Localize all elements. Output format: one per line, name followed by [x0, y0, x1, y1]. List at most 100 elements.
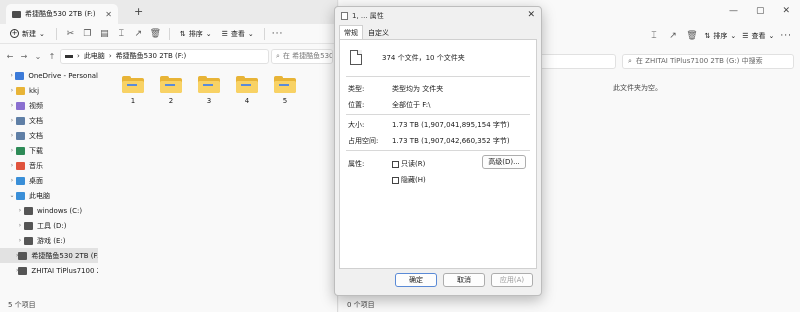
close-tab-icon[interactable]: ✕ [105, 10, 112, 19]
folder-item[interactable]: 4 [232, 76, 262, 105]
rename-icon[interactable]: ⌶ [648, 30, 661, 43]
more-options-icon[interactable]: ··· [780, 31, 792, 41]
size-value: 1.73 TB (1,907,041,895,154 字节) [392, 121, 510, 129]
minimize-icon[interactable]: — [729, 6, 738, 16]
apply-button[interactable]: 应用(A) [491, 273, 533, 287]
folder-content-stripe [279, 84, 289, 86]
nav-item[interactable]: › 游戏 (E:) [0, 233, 98, 248]
readonly-checkbox[interactable]: 只读(R) [392, 159, 425, 169]
ok-button[interactable]: 确定 [395, 273, 437, 287]
close-window-icon[interactable]: ✕ [782, 6, 790, 16]
nav-item[interactable]: › OneDrive - Personal [0, 68, 98, 83]
hidden-row: 隐藏(H) [392, 175, 426, 185]
expand-chevron-icon[interactable]: › [8, 162, 16, 169]
disk-size-value: 1.73 TB (1,907,042,660,352 字节) [392, 137, 510, 145]
folder-item[interactable]: 5 [270, 76, 300, 105]
cancel-button[interactable]: 取消 [443, 273, 485, 287]
expand-chevron-icon[interactable]: › [8, 72, 15, 79]
recent-chevron-icon[interactable]: ⌄ [32, 52, 44, 61]
folder-item[interactable]: 3 [194, 76, 224, 105]
nav-item[interactable]: › 工具 (D:) [0, 218, 98, 233]
tab-general[interactable]: 常规 [339, 25, 363, 39]
sort-button[interactable]: ⇅ 排序 ⌄ [177, 27, 215, 41]
paste-icon[interactable]: ▤ [98, 27, 111, 40]
right-search-placeholder: 在 ZHITAI TiPlus7100 2TB (G:) 中搜索 [635, 57, 763, 65]
nav-item[interactable]: › kkj [0, 83, 98, 98]
hidden-label: 隐藏(H) [401, 176, 426, 184]
expand-chevron-icon[interactable]: › [16, 237, 24, 244]
nav-item-icon [24, 236, 33, 245]
tab-drive-f[interactable]: 希捷酷鱼530 2TB (F:) ✕ [6, 4, 118, 24]
nav-item-label: 下载 [29, 146, 43, 155]
nav-item[interactable]: › ZHITAI TiPlus7100 2T [0, 263, 98, 278]
nav-item-label: 文档 [29, 131, 43, 140]
folder-front-shape [274, 81, 296, 93]
cut-icon[interactable]: ✂ [64, 27, 77, 40]
expand-chevron-icon[interactable]: › [8, 87, 16, 94]
chevron-down-icon: ⌄ [39, 29, 45, 38]
folder-icon [274, 76, 296, 93]
tab-custom[interactable]: 自定义 [363, 25, 394, 39]
divider [263, 27, 265, 40]
hidden-checkbox[interactable]: 隐藏(H) [392, 175, 426, 185]
more-options-icon[interactable]: ··· [272, 29, 284, 39]
share-icon[interactable]: ↗ [132, 27, 145, 40]
new-tab-icon[interactable]: + [134, 5, 143, 18]
nav-item[interactable]: › 下载 [0, 143, 98, 158]
view-button[interactable]: ☰ 查看 ⌄ [219, 27, 257, 41]
address-bar[interactable]: › 此电脑 › 希捷酷鱼530 2TB (F:) [60, 48, 269, 64]
maximize-icon[interactable]: ▢ [756, 6, 765, 16]
delete-icon[interactable]: 🗑 [149, 27, 162, 40]
search-input[interactable]: ⌕ 在 希捷酷鱼530 [271, 48, 333, 64]
folder-content-stripe [127, 84, 137, 86]
nav-item[interactable]: › 文档 [0, 128, 98, 143]
expand-chevron-icon[interactable]: › [8, 147, 16, 154]
forward-arrow-icon[interactable]: → [18, 52, 30, 61]
dialog-close-icon[interactable]: ✕ [527, 10, 535, 20]
nav-item[interactable]: › 视频 [0, 98, 98, 113]
folder-item[interactable]: 2 [156, 76, 186, 105]
expand-chevron-icon[interactable]: › [8, 102, 16, 109]
nav-item[interactable]: › 文档 [0, 113, 98, 128]
expand-chevron-icon[interactable]: ⌄ [8, 192, 16, 199]
divider [346, 76, 530, 77]
delete-icon[interactable]: 🗑 [686, 30, 699, 43]
nav-item[interactable]: › windows (C:) [0, 203, 98, 218]
advanced-button[interactable]: 高级(D)... [482, 155, 526, 169]
nav-item-icon [16, 131, 25, 140]
window-controls: — ▢ ✕ [729, 6, 790, 16]
right-sort-button[interactable]: ⇅ 排序 ⌄ [705, 31, 737, 41]
expand-chevron-icon[interactable]: › [8, 132, 16, 139]
right-view-button[interactable]: ☰ 查看 ⌄ [742, 31, 774, 41]
dialog-buttons: 确定 取消 应用(A) [395, 273, 533, 287]
expand-chevron-icon[interactable]: › [8, 177, 16, 184]
nav-item-label: 工具 (D:) [37, 221, 67, 230]
nav-item-icon [16, 176, 25, 185]
location-value: 全部位于 F:\ [392, 101, 431, 109]
view-label: 查看 [230, 29, 245, 38]
breadcrumb-drive[interactable]: 希捷酷鱼530 2TB (F:) [116, 51, 187, 61]
nav-item[interactable]: › 桌面 [0, 173, 98, 188]
new-button[interactable]: + 新建 ⌄ [6, 27, 49, 41]
nav-item-label: 桌面 [29, 176, 43, 185]
folder-item[interactable]: 1 [118, 76, 148, 105]
nav-item[interactable]: › 希捷酷鱼530 2TB (F:) [0, 248, 98, 263]
right-search-input[interactable]: ⌕ 在 ZHITAI TiPlus7100 2TB (G:) 中搜索 [622, 53, 794, 69]
breadcrumb-root[interactable]: 此电脑 [84, 51, 105, 61]
up-arrow-icon[interactable]: ↑ [46, 52, 58, 61]
nav-item[interactable]: › 音乐 [0, 158, 98, 173]
share-icon[interactable]: ↗ [667, 30, 680, 43]
expand-chevron-icon[interactable]: › [8, 117, 16, 124]
back-arrow-icon[interactable]: ← [4, 52, 16, 61]
sort-icon: ⇅ [179, 29, 186, 38]
expand-chevron-icon[interactable]: › [16, 207, 24, 214]
copy-icon[interactable]: ❐ [81, 27, 94, 40]
divider [346, 150, 530, 151]
view-icon: ☰ [221, 29, 228, 38]
rename-icon[interactable]: ⌶ [115, 27, 128, 40]
nav-item[interactable]: ⌄ 此电脑 [0, 188, 98, 203]
expand-chevron-icon[interactable]: › [16, 222, 24, 229]
summary-text: 374 个文件，10 个文件夹 [382, 53, 465, 62]
navigation-pane: › OneDrive - Personal › kkj › 视频 › 文档 › 文档 › 下载 › 音乐 ›… [0, 68, 98, 300]
nav-item-icon [16, 116, 25, 125]
